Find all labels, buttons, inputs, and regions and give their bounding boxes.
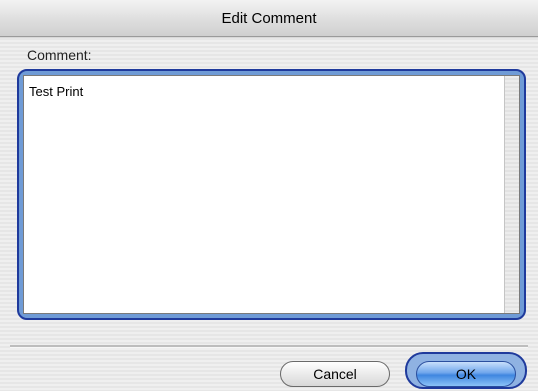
ok-button[interactable]: OK	[416, 361, 516, 387]
cancel-button-label: Cancel	[313, 366, 357, 382]
cancel-button[interactable]: Cancel	[280, 361, 390, 387]
comment-text[interactable]: Test Print	[29, 84, 83, 99]
dialog-title: Edit Comment	[221, 9, 317, 27]
vertical-scrollbar[interactable]	[504, 76, 519, 313]
dialog-title-bar: Edit Comment	[0, 0, 538, 37]
ok-button-label: OK	[455, 366, 477, 382]
comment-label: Comment:	[27, 47, 92, 63]
title-separator	[0, 37, 538, 38]
button-divider	[10, 345, 528, 348]
comment-textarea[interactable]: Test Print	[23, 75, 520, 314]
comment-focus-ring: Test Print	[17, 69, 526, 320]
